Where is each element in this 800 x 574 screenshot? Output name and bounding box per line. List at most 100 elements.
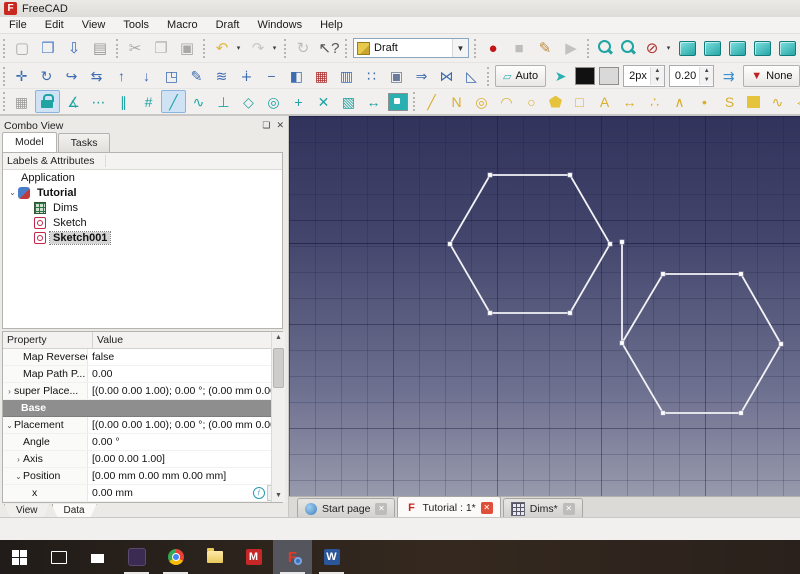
refresh-icon[interactable]: ↻ — [290, 36, 316, 60]
taskbar-word[interactable]: W — [312, 540, 351, 574]
draft-move-icon[interactable]: ✛ — [9, 65, 34, 88]
draft-rotate-icon[interactable]: ↻ — [34, 65, 59, 88]
taskbar-chrome[interactable] — [156, 540, 195, 574]
workbench-selector[interactable]: Draft ▼ — [353, 38, 469, 58]
snap-angle-icon[interactable]: ◇ — [236, 90, 261, 113]
draft-subelement-icon[interactable]: ≋ — [209, 65, 234, 88]
panel-tab-data[interactable]: Data — [51, 504, 97, 518]
close-panel-icon[interactable]: ✕ — [276, 120, 284, 131]
taskbar-freecad[interactable]: F — [273, 540, 312, 574]
menu-item-help[interactable]: Help — [311, 17, 352, 33]
taskbar-file-explorer[interactable] — [195, 540, 234, 574]
draft-text-icon[interactable]: A — [592, 90, 617, 113]
menu-item-view[interactable]: View — [73, 17, 115, 33]
menu-item-macro[interactable]: Macro — [158, 17, 207, 33]
snap-intersection-icon[interactable]: ✕ — [311, 90, 336, 113]
tab-tasks[interactable]: Tasks — [57, 133, 111, 152]
panel-tab-view[interactable]: View — [4, 504, 50, 518]
apply-style-icon[interactable]: ⇉ — [716, 65, 741, 88]
snap-dimensions-icon[interactable]: ↔ — [361, 90, 386, 113]
right-view-icon[interactable] — [754, 40, 771, 56]
isometric-view-icon[interactable] — [679, 40, 696, 56]
undo-dropdown-icon[interactable]: ▾ — [232, 36, 245, 60]
scroll-up-icon[interactable]: ▲ — [275, 332, 282, 344]
taskbar-store[interactable] — [78, 540, 117, 574]
draft-trimex-icon[interactable]: ⇆ — [84, 65, 109, 88]
taskbar-start-button[interactable] — [0, 540, 39, 574]
draft-clone-icon[interactable]: ▣ — [384, 65, 409, 88]
sketch-vertex[interactable] — [567, 310, 573, 316]
print-icon[interactable]: ▤ — [87, 36, 113, 60]
close-tab-icon[interactable]: ✕ — [480, 501, 493, 514]
document-tab-start-page[interactable]: Start page ✕ — [297, 498, 396, 518]
macro-record-icon[interactable]: ● — [480, 36, 506, 60]
property-row-axis[interactable]: › Axis [0.00 0.00 1.00] — [3, 451, 282, 468]
property-value[interactable]: [(0.00 0.00 1.00); 0.00 °; (0.00 mm 0.00… — [88, 385, 282, 397]
expression-editor-icon[interactable]: ƒ — [253, 487, 265, 499]
menu-item-file[interactable]: File — [0, 17, 36, 33]
draft-point-icon[interactable]: • — [692, 90, 717, 113]
property-row-position[interactable]: ⌄ Position [0.00 mm 0.00 mm 0.00 mm] — [3, 468, 282, 485]
top-view-icon[interactable] — [729, 40, 746, 56]
draft-polygon-icon[interactable] — [549, 95, 562, 108]
whats-this-icon[interactable]: ↖? — [316, 36, 342, 60]
grid-toggle-icon[interactable]: ▦ — [9, 90, 34, 113]
document-tab-tutorial-1-[interactable]: F Tutorial : 1* ✕ — [397, 496, 501, 518]
hexagon-1[interactable] — [448, 174, 612, 314]
zoom-icon[interactable] — [618, 38, 637, 58]
draft-stretch-icon[interactable]: ◺ — [459, 65, 484, 88]
draft-label-icon[interactable]: ◁ — [790, 90, 800, 113]
fit-all-icon[interactable] — [595, 38, 614, 58]
draft-point-tools-icon[interactable]: ∴ — [642, 90, 667, 113]
draft-point-array-icon[interactable]: ∷ — [359, 65, 384, 88]
draft-circle-icon[interactable]: ◎ — [469, 90, 494, 113]
snap-near-icon[interactable]: ╱ — [161, 90, 186, 113]
draft-mirror-icon[interactable]: ⋈ — [434, 65, 459, 88]
snap-endpoint-icon[interactable]: ∡ — [61, 90, 86, 113]
copy-icon[interactable]: ❐ — [148, 36, 174, 60]
property-row-placement[interactable]: ⌄ Placement [(0.00 0.00 1.00); 0.00 °; (0.… — [3, 417, 282, 434]
property-row-super-place-[interactable]: › super Place... [(0.00 0.00 1.00); 0.00 °… — [3, 383, 282, 400]
property-scrollbar[interactable]: ▲ ▼ — [271, 332, 285, 502]
property-value[interactable]: 0.00 — [88, 368, 282, 380]
snap-working-plane-swatch[interactable] — [388, 92, 408, 111]
sketch-vertex[interactable] — [487, 310, 493, 316]
tree-item-application[interactable]: Application — [3, 170, 282, 185]
sketch-vertex[interactable] — [738, 410, 744, 416]
sketch-vertex[interactable] — [619, 340, 625, 346]
taskbar-mail-m[interactable]: M — [234, 540, 273, 574]
tree-item-dims[interactable]: Dims — [3, 200, 282, 215]
sketch-vertex[interactable] — [447, 241, 453, 247]
snap-ortho-icon[interactable]: + — [286, 90, 311, 113]
hexagon-2[interactable] — [620, 273, 783, 414]
draft-upgrade-icon[interactable]: ↑ — [109, 65, 134, 88]
property-row-y[interactable]: y0.00 mm — [3, 502, 282, 503]
property-value[interactable]: false — [88, 351, 282, 363]
taskbar-task-view[interactable] — [39, 540, 78, 574]
draft-shape2dview-icon[interactable]: ◧ — [284, 65, 309, 88]
menu-item-edit[interactable]: Edit — [36, 17, 73, 33]
autogroup-button[interactable]: ▼ None — [743, 65, 800, 87]
tree-item-sketch001[interactable]: Sketch001 — [3, 230, 282, 245]
snap-special-icon[interactable]: ▧ — [336, 90, 361, 113]
text-scale-spin-arrows[interactable]: ▲ ▼ — [699, 67, 714, 85]
property-row-x[interactable]: x0.00 mmƒ▲▼ — [3, 485, 282, 502]
macro-stop-icon[interactable]: ■ — [506, 36, 532, 60]
snap-extension-icon[interactable]: ∿ — [186, 90, 211, 113]
document-tab-dims-[interactable]: Dims* ✕ — [502, 498, 583, 518]
draft-remove-point-icon[interactable]: − — [259, 65, 284, 88]
front-view-icon[interactable] — [704, 40, 721, 56]
menu-item-tools[interactable]: Tools — [114, 17, 158, 33]
sketch-vertex[interactable] — [738, 271, 744, 277]
snap-midpoint-icon[interactable]: ⋯ — [86, 90, 111, 113]
sketch-vertex[interactable] — [607, 241, 613, 247]
line-color-swatch[interactable] — [575, 67, 596, 85]
property-value[interactable]: 0.00 ° — [88, 436, 282, 448]
face-color-swatch[interactable] — [599, 67, 620, 85]
draft-dimension-icon[interactable]: ↔ — [617, 90, 642, 113]
draft-path-array-icon[interactable]: ▥ — [334, 65, 359, 88]
snap-center-icon[interactable]: ◎ — [261, 90, 286, 113]
draw-style-dropdown-icon[interactable]: ▾ — [662, 36, 675, 60]
3d-viewport[interactable] — [289, 116, 800, 496]
rear-view-icon[interactable] — [779, 40, 796, 56]
